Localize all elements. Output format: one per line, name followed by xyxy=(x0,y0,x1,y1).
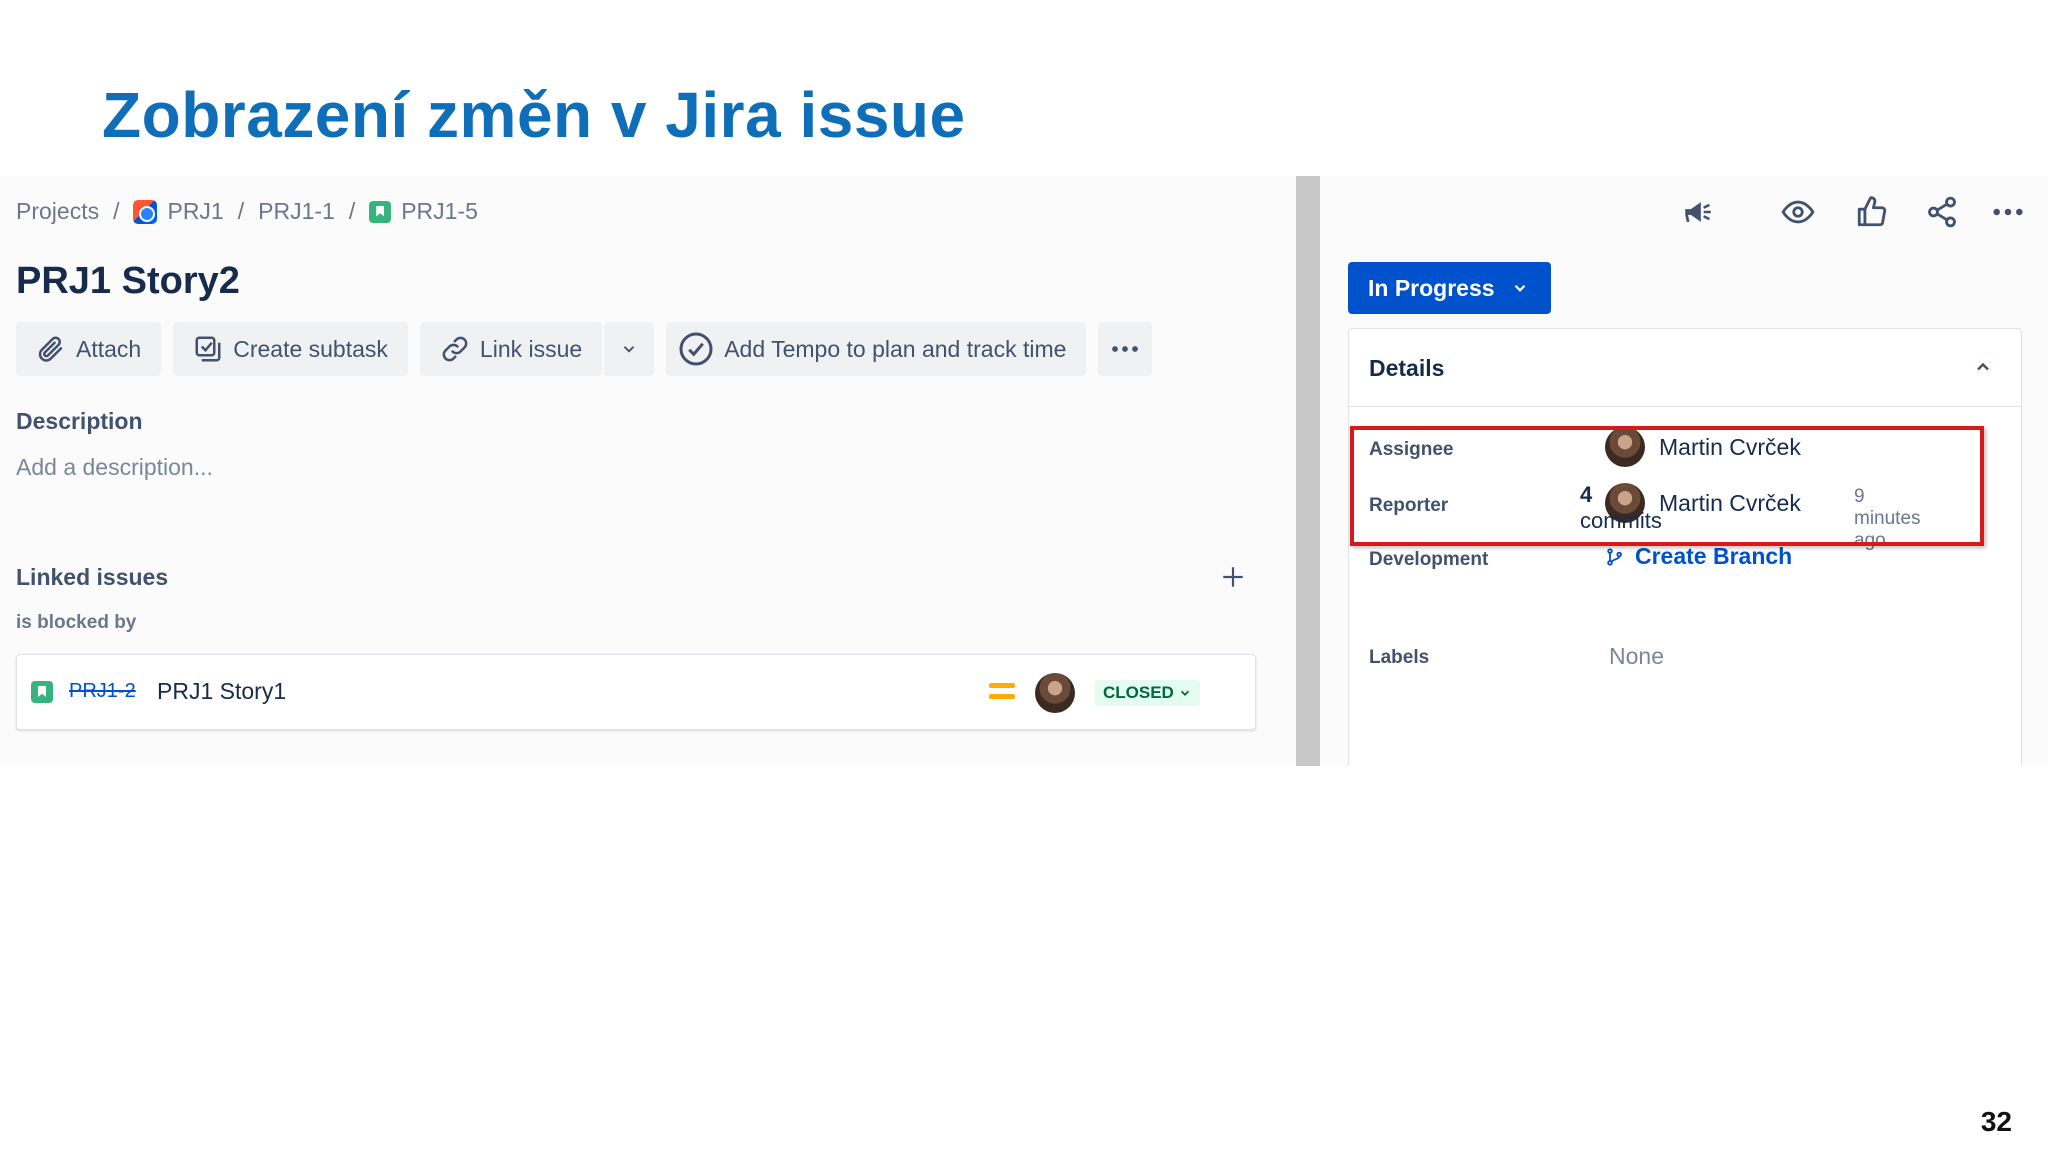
description-label: Description xyxy=(16,408,143,434)
breadcrumb-parent-issue[interactable]: PRJ1-1 xyxy=(258,198,335,225)
link-issue-label: Link issue xyxy=(479,335,583,362)
status-transition-button[interactable]: In Progress xyxy=(1348,262,1551,314)
link-issue-group: Link issue xyxy=(419,322,655,376)
watch-button[interactable] xyxy=(1778,192,1818,232)
branch-icon xyxy=(1607,547,1622,566)
issue-title[interactable]: PRJ1 Story2 xyxy=(16,260,240,303)
pane-divider[interactable] xyxy=(1296,176,1320,766)
vote-button[interactable] xyxy=(1852,192,1892,232)
eye-icon xyxy=(1781,200,1815,224)
megaphone-icon xyxy=(1685,202,1711,222)
details-header[interactable]: Details xyxy=(1349,329,2021,407)
avatar[interactable] xyxy=(1035,673,1075,713)
paperclip-icon xyxy=(38,336,63,362)
status-transition-label: In Progress xyxy=(1368,274,1495,301)
issue-side-pane: In Progress Details Assignee Martin Cvrč… xyxy=(1320,176,2048,766)
status-lozenge[interactable]: CLOSED xyxy=(1095,680,1200,706)
status-lozenge-label: CLOSED xyxy=(1103,683,1174,702)
add-linked-issue-button[interactable] xyxy=(1220,562,1246,596)
attach-button[interactable]: Attach xyxy=(16,322,162,376)
share-icon xyxy=(1928,196,1956,228)
link-issue-dropdown[interactable] xyxy=(604,322,655,376)
tempo-label: Add Tempo to plan and track time xyxy=(724,335,1067,362)
development-label: Development xyxy=(1369,549,1489,570)
labels-field[interactable]: None xyxy=(1609,643,1664,670)
page-number: 32 xyxy=(1980,1106,2012,1137)
project-icon xyxy=(133,199,158,224)
issue-toolbar: Attach Create subtask Link issue Add Tem… xyxy=(16,322,1153,376)
create-subtask-button[interactable]: Create subtask xyxy=(173,322,408,376)
chevron-up-icon[interactable] xyxy=(1973,357,1993,377)
issue-actions-bar xyxy=(1320,192,2040,236)
plus-icon xyxy=(1223,567,1243,587)
check-circle-icon xyxy=(679,332,713,366)
breadcrumb-project[interactable]: PRJ1 xyxy=(133,198,224,225)
attach-label: Attach xyxy=(76,335,142,362)
breadcrumb-separator: / xyxy=(348,198,356,224)
more-actions-button[interactable] xyxy=(1988,192,2028,232)
breadcrumb: Projects / PRJ1 / PRJ1-1 / PRJ1-5 xyxy=(16,198,478,225)
create-branch-link[interactable]: Create Branch xyxy=(1605,543,1792,570)
create-branch-label: Create Branch xyxy=(1635,543,1793,569)
linked-issue-key[interactable]: PRJ1-2 xyxy=(69,680,136,703)
story-icon xyxy=(31,681,53,703)
breadcrumb-current-issue[interactable]: PRJ1-5 xyxy=(369,198,478,225)
linked-issue-row[interactable]: PRJ1-2 PRJ1 Story1 CLOSED xyxy=(16,654,1256,730)
chevron-down-icon xyxy=(1180,690,1189,696)
breadcrumb-projects[interactable]: Projects xyxy=(16,198,99,225)
description-field[interactable]: Add a description... xyxy=(16,454,213,481)
subtask-icon xyxy=(195,336,221,362)
issue-main-pane: Projects / PRJ1 / PRJ1-1 / PRJ1-5 PRJ1 S… xyxy=(0,176,1296,766)
story-icon xyxy=(369,200,392,223)
create-subtask-label: Create subtask xyxy=(233,335,388,362)
breadcrumb-separator: / xyxy=(237,198,245,224)
breadcrumb-separator: / xyxy=(113,198,120,224)
more-actions-button[interactable] xyxy=(1098,322,1153,376)
link-icon xyxy=(442,336,468,362)
slide-title: Zobrazení změn v Jira issue xyxy=(102,79,966,151)
link-issue-button[interactable]: Link issue xyxy=(419,322,603,376)
tempo-button[interactable]: Add Tempo to plan and track time xyxy=(666,322,1087,376)
thumbs-up-icon xyxy=(1857,196,1887,227)
details-title: Details xyxy=(1369,355,1445,381)
jira-screenshot: Projects / PRJ1 / PRJ1-1 / PRJ1-5 PRJ1 S… xyxy=(0,176,2048,766)
chevron-down-icon xyxy=(1514,284,1525,292)
more-horizontal-icon xyxy=(1112,346,1139,352)
link-relation-label: is blocked by xyxy=(16,612,137,633)
share-button[interactable] xyxy=(1922,192,1962,232)
linked-issue-summary[interactable]: PRJ1 Story1 xyxy=(157,678,286,705)
more-horizontal-icon xyxy=(1993,208,2023,216)
linked-issues-label: Linked issues xyxy=(16,564,169,590)
details-panel: Details Assignee Martin Cvrček Reporter … xyxy=(1348,328,2022,766)
priority-medium-icon xyxy=(989,683,1015,701)
labels-label: Labels xyxy=(1369,647,1430,668)
feedback-button[interactable] xyxy=(1678,192,1718,232)
chevron-down-icon xyxy=(624,346,635,353)
development-highlight-box xyxy=(1350,426,1984,546)
